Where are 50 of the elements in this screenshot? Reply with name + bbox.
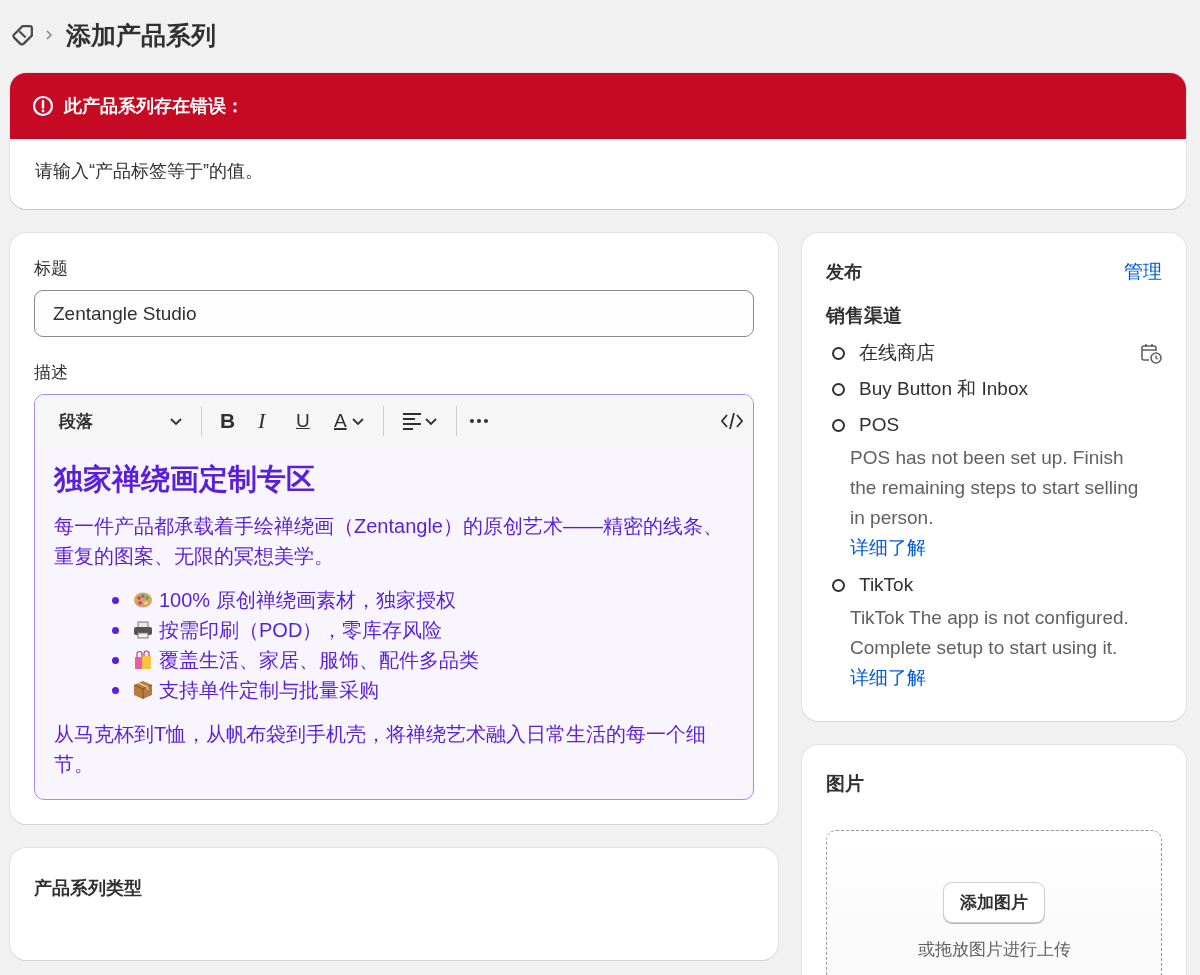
list-item-text: 覆盖生活、家居、服饰、配件多品类 — [159, 648, 479, 673]
channel-note: POS has not been set up. Finish the remaining steps to start selling in person. — [849, 446, 1140, 530]
rich-text-editor[interactable]: 段落 B I U A 独家禅绕画定制专区 每一件产品都承载着手绘禅绕画（Zentangle）的原创艺术——精密的线条、重复的图案、无限的冥想美学。 100% 原创禅绕画素材，独家授权 按需印刷（POD），零库存风险 覆盖生活、家居、服饰、配件多品类 支持单件定制与批量采购 从马克杯到T恤，从帆布袋到手机壳，将禅绕艺术融入日常生活的每一个细节。 — [34, 394, 754, 800]
more-icon[interactable] — [468, 417, 489, 425]
section-title: 销售渠道 — [826, 304, 903, 328]
error-title: 此产品系列存在错误： — [64, 95, 244, 118]
bullet-dot — [112, 626, 119, 634]
manage-link[interactable]: 管理 — [1124, 259, 1162, 285]
card-title: 产品系列类型 — [34, 878, 142, 898]
bullet-dot — [112, 596, 119, 604]
dropzone-hint: 或拖放图片进行上传 — [917, 939, 1071, 961]
error-message: 请输入“产品标签等于”的值。 — [34, 160, 264, 183]
list-item-text: 支持单件定制与批量采购 — [159, 678, 379, 703]
field-label: 标题 — [34, 258, 69, 280]
bullet-dot — [112, 686, 119, 694]
chevron-right-icon — [44, 29, 54, 41]
alert-circle-icon — [32, 95, 54, 117]
channel-name: TikTok — [859, 574, 915, 596]
channel-name: Buy Button 和 Inbox — [859, 377, 1029, 401]
channel-name: POS — [859, 414, 901, 436]
bold-button[interactable]: B — [214, 404, 248, 438]
italic-button[interactable]: I — [252, 404, 286, 438]
page-title: 添加产品系列 — [66, 19, 216, 51]
add-image-button[interactable]: 添加图片 — [943, 882, 1045, 923]
learn-more-link[interactable]: 详细了解 — [850, 533, 926, 563]
bullet-dot — [112, 656, 119, 664]
card-title: 发布 — [826, 261, 862, 284]
palette-icon — [133, 590, 153, 610]
channel-name: 在线商店 — [859, 341, 936, 365]
learn-more-link[interactable]: 详细了解 — [850, 663, 926, 693]
text-color-button[interactable]: A — [328, 404, 371, 438]
content-paragraph: 每一件产品都承载着手绘禅绕画（Zentangle）的原创艺术——精密的线条、重复的图案、无限的冥想美学。 — [54, 514, 724, 569]
title-input[interactable]: Zentangle Studio — [34, 290, 754, 337]
image-dropzone[interactable]: 添加图片 或拖放图片进行上传 — [826, 830, 1162, 975]
code-icon[interactable] — [721, 411, 743, 431]
channel-note: TikTok The app is not configured. Complete setup to start using it. — [849, 606, 1130, 660]
content-heading: 独家禅绕画定制专区 — [54, 462, 316, 497]
format-dropdown[interactable]: 段落 — [49, 404, 189, 438]
printer-icon — [133, 620, 153, 640]
list-item-text: 按需印刷（POD），零库存风险 — [159, 618, 443, 643]
tag-icon — [10, 22, 36, 48]
calendar-clock-icon[interactable] — [1140, 342, 1162, 364]
align-left-icon — [401, 411, 422, 431]
card-title: 图片 — [826, 772, 865, 796]
shopping-bags-icon — [133, 650, 153, 670]
package-icon — [133, 680, 153, 700]
list-item-text: 100% 原创禅绕画素材，独家授权 — [159, 588, 456, 613]
content-paragraph: 从马克杯到T恤，从帆布袋到手机壳，将禅绕艺术融入日常生活的每一个细节。 — [54, 722, 708, 777]
underline-button[interactable]: U — [290, 404, 324, 438]
field-label: 描述 — [34, 362, 69, 384]
